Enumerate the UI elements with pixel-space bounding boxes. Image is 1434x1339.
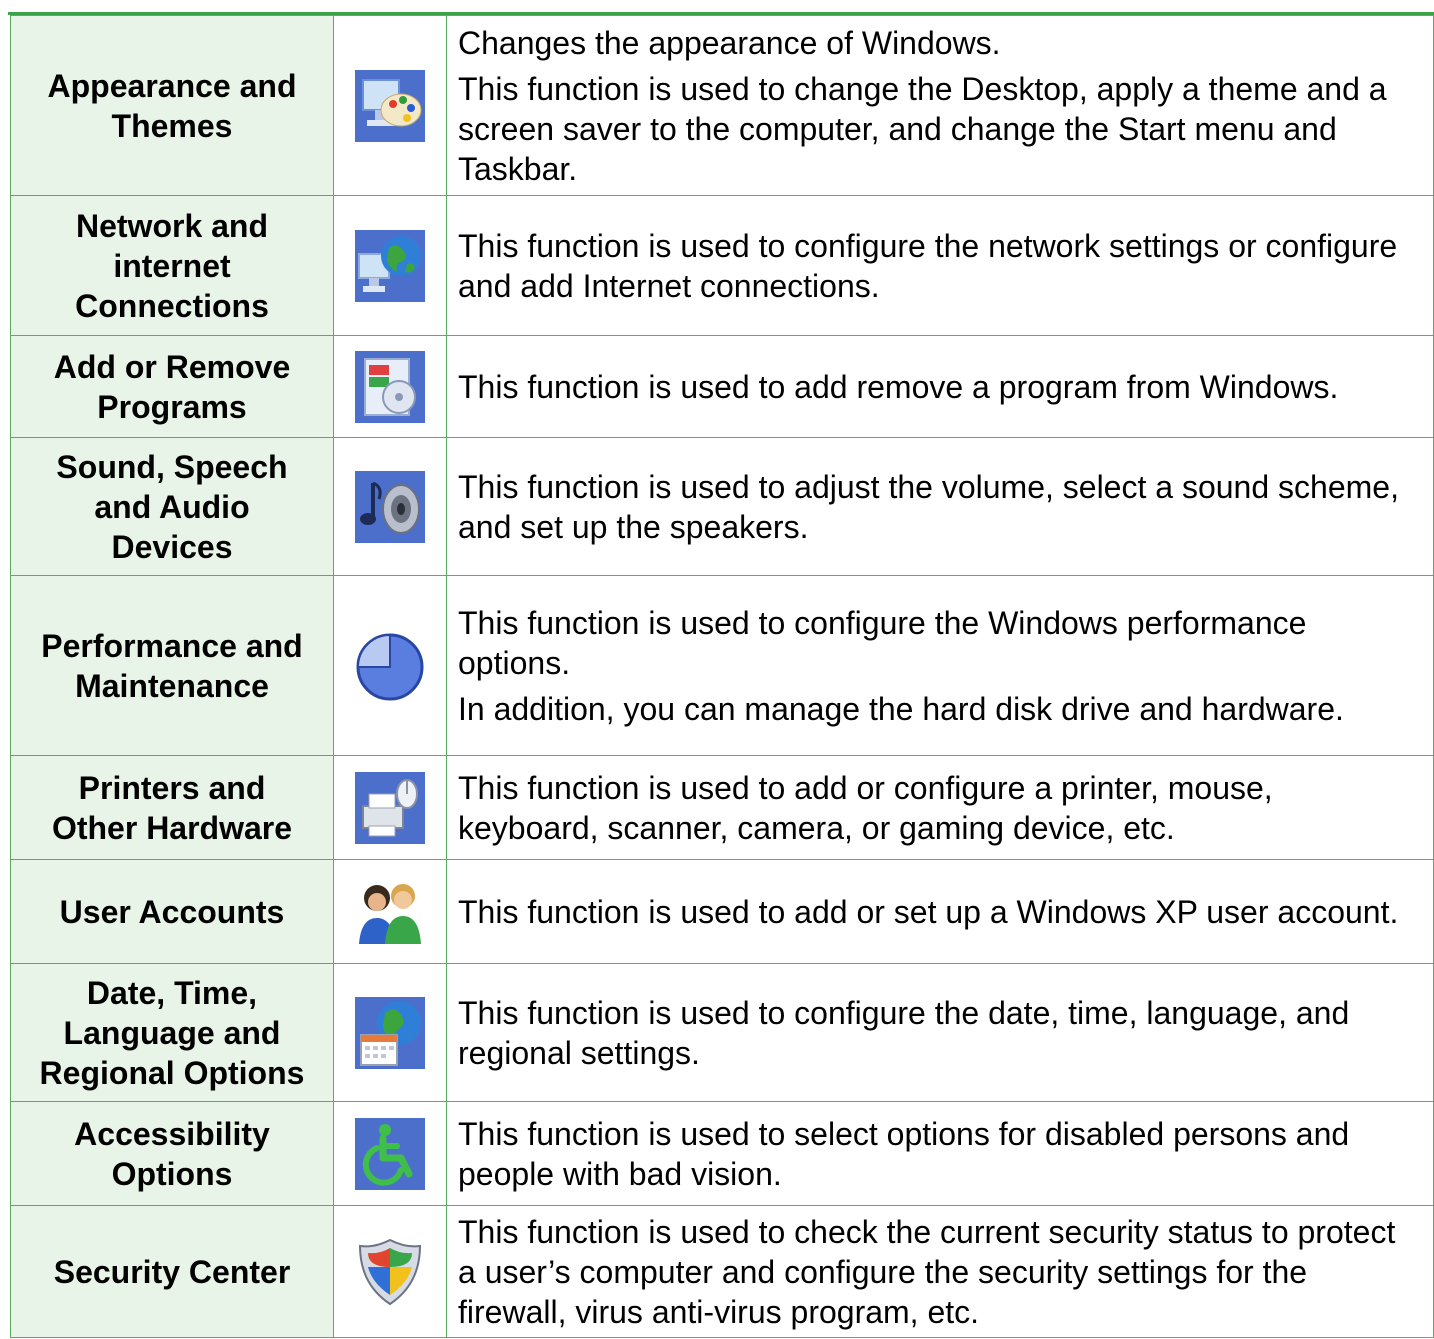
category-description: This function is used to select options … [446,1101,1434,1206]
table-row: Performance and Maintenance This functio… [10,575,1434,756]
control-panel-categories-table: Appearance and Themes Changes the appear… [10,15,1434,1338]
sound-devices-icon [355,470,425,543]
table-row: User Accounts This function is used to a… [10,859,1434,964]
user-accounts-icon [355,876,425,948]
add-remove-programs-icon [355,350,425,423]
network-connections-icon [355,229,425,302]
category-name: Date, Time, Language and Regional Option… [10,963,334,1102]
table-row: Date, Time, Language and Regional Option… [10,963,1434,1102]
category-description: This function is used to check the curre… [446,1205,1434,1338]
category-name: Performance and Maintenance [10,575,334,756]
category-description: This function is used to add or configur… [446,755,1434,860]
category-name: Accessibility Options [10,1101,334,1206]
appearance-themes-icon [355,69,425,142]
table-row: Accessibility Options This function is u… [10,1101,1434,1206]
category-description: This function is used to configure the n… [446,195,1434,336]
category-name: Security Center [10,1205,334,1338]
category-name: Appearance and Themes [10,15,334,196]
performance-maintenance-icon [355,630,425,702]
table-row: Security Center This function is used to… [10,1205,1434,1338]
table-row: Appearance and Themes Changes the appear… [10,15,1434,196]
table-row: Printers and Other Hardware This functio… [10,755,1434,860]
category-description: This function is used to add remove a pr… [446,335,1434,438]
accessibility-icon [355,1117,425,1190]
table-row: Add or Remove Programs This function is … [10,335,1434,438]
category-name: Printers and Other Hardware [10,755,334,860]
category-description: This function is used to configure the d… [446,963,1434,1102]
category-name: Sound, Speech and Audio Devices [10,437,334,576]
category-description: This function is used to add or set up a… [446,859,1434,964]
table-row: Sound, Speech and Audio Devices This fun… [10,437,1434,576]
category-name: User Accounts [10,859,334,964]
category-description: This function is used to adjust the volu… [446,437,1434,576]
security-center-icon [355,1236,425,1308]
printers-hardware-icon [355,771,425,844]
category-name: Add or Remove Programs [10,335,334,438]
category-description: Changes the appearance of Windows. This … [446,15,1434,196]
date-time-language-icon [355,996,425,1069]
category-description: This function is used to configure the W… [446,575,1434,756]
table-row: Network and internet Connections This fu… [10,195,1434,336]
category-name: Network and internet Connections [10,195,334,336]
